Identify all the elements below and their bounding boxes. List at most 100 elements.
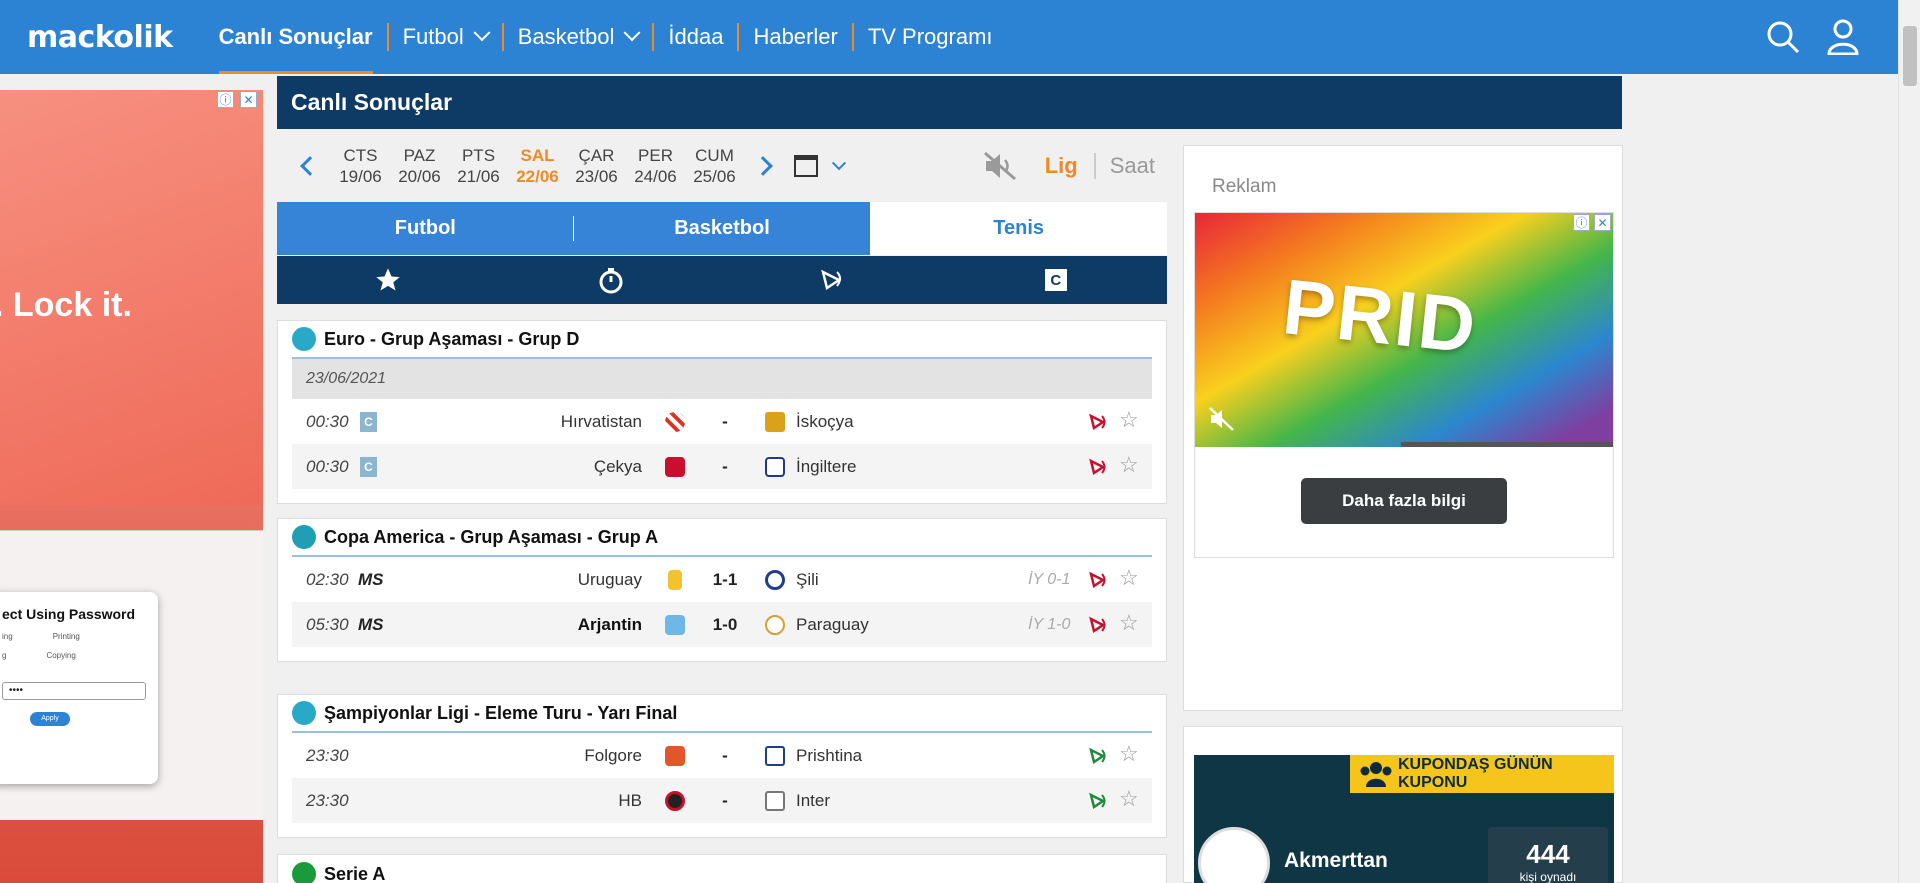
match-time: 00:30 <box>306 411 349 431</box>
tv-broadcast-icon[interactable] <box>1088 747 1110 765</box>
match-score[interactable]: 1-1 <box>700 570 750 590</box>
tv-broadcast-icon[interactable] <box>1088 571 1110 589</box>
calendar-icon[interactable] <box>794 155 818 177</box>
tv-broadcast-icon[interactable] <box>1088 413 1110 431</box>
sport-tabs: Futbol Basketbol Tenis <box>277 202 1168 255</box>
match-row[interactable]: 00:30 C Hırvatistan - İskoçya ☆ <box>292 399 1152 444</box>
date-day[interactable]: ÇAR 23/06 <box>567 145 626 187</box>
match-row[interactable]: 00:30 C Çekya - İngiltere ☆ <box>292 444 1152 489</box>
user-icon[interactable] <box>1826 19 1860 55</box>
group-users-icon <box>1360 762 1392 787</box>
sort-by-league[interactable]: Lig <box>1045 153 1096 179</box>
tv-broadcast-icon[interactable] <box>1088 792 1110 810</box>
mackolik-logo[interactable]: mackolik <box>27 20 173 55</box>
home-team[interactable]: Arjantin <box>578 615 642 635</box>
league-header[interactable]: Copa America - Grup Aşaması - Grup A <box>292 519 1152 557</box>
favorite-star-icon[interactable]: ☆ <box>1119 452 1139 478</box>
home-team[interactable]: Çekya <box>594 457 642 477</box>
half-time-score: İY 0-1 <box>1028 570 1071 588</box>
date-day-selected[interactable]: SAL 22/06 <box>508 145 567 187</box>
favorite-star-icon[interactable]: ☆ <box>1119 741 1139 767</box>
search-icon[interactable] <box>1766 20 1800 54</box>
away-team[interactable]: İngiltere <box>796 457 856 477</box>
league-card: Euro - Grup Aşaması - Grup D 23/06/2021 … <box>277 320 1167 504</box>
nav-tv-programi[interactable]: TV Programı <box>854 0 1007 74</box>
away-team[interactable]: İskoçya <box>796 412 854 432</box>
home-team[interactable]: Uruguay <box>578 570 642 590</box>
tab-futbol[interactable]: Futbol <box>277 202 574 255</box>
coupon-of-day-widget[interactable]: KUPONDAŞ GÜNÜN KUPONU Akmerttan 444 kişi… <box>1194 755 1614 883</box>
away-team[interactable]: Şili <box>796 570 819 590</box>
date-day[interactable]: PER 24/06 <box>626 145 685 187</box>
match-score[interactable]: 1-0 <box>700 615 750 635</box>
match-score[interactable]: - <box>700 746 750 766</box>
home-team[interactable]: Hırvatistan <box>561 412 642 432</box>
tv-broadcast-icon[interactable] <box>1088 458 1110 476</box>
date-day[interactable]: PTS 21/06 <box>449 145 508 187</box>
match-date-row: 23/06/2021 <box>292 359 1152 399</box>
ad-progress-bar <box>1401 442 1613 447</box>
ad-headline: . Lock it. <box>0 286 132 324</box>
favorite-star-icon[interactable]: ☆ <box>1119 407 1139 433</box>
match-row[interactable]: 05:30 MS Arjantin 1-0 Paraguay İY 1-0 ☆ <box>292 602 1152 647</box>
top-navigation: mackolik Canlı Sonuçlar Futbol Basketbol… <box>0 0 1920 74</box>
more-info-button[interactable]: Daha fazla bilgi <box>1301 478 1507 524</box>
ad-dialog-option-row: ing Printing <box>2 632 80 641</box>
ad-close-icon[interactable]: ✕ <box>240 91 257 108</box>
pride-advertisement[interactable]: PRID ⓘ ✕ Daha fazla bilgi <box>1194 212 1614 558</box>
home-team[interactable]: HB <box>618 791 642 811</box>
ad-password-dialog: ect Using Password ing Printing g Copying … <box>0 592 158 784</box>
hb-crest-icon <box>665 790 685 811</box>
next-date-icon[interactable] <box>753 156 773 176</box>
home-team[interactable]: Folgore <box>584 746 642 766</box>
match-score[interactable]: - <box>700 412 750 432</box>
sound-off-icon[interactable] <box>983 151 1017 181</box>
page-scrollbar[interactable] <box>1898 0 1920 883</box>
filter-live[interactable] <box>500 256 723 304</box>
league-header[interactable]: Serie A <box>292 855 1152 883</box>
chevron-down-icon[interactable] <box>831 156 847 171</box>
league-header[interactable]: Euro - Grup Aşaması - Grup D <box>292 321 1152 359</box>
favorite-star-icon[interactable]: ☆ <box>1119 610 1139 636</box>
match-score[interactable]: - <box>700 457 750 477</box>
nav-haberler[interactable]: Haberler <box>739 0 851 74</box>
scotland-crest-icon <box>765 411 785 432</box>
date-day[interactable]: PAZ 20/06 <box>390 145 449 187</box>
match-row[interactable]: 23:30 Folgore - Prishtina ☆ <box>292 733 1152 778</box>
tab-basketbol[interactable]: Basketbol <box>573 202 871 255</box>
chevron-down-icon <box>473 24 491 42</box>
date-day[interactable]: CTS 19/06 <box>331 145 390 187</box>
league-header[interactable]: Şampiyonlar Ligi - Eleme Turu - Yarı Fin… <box>292 695 1152 733</box>
ad-info-icon[interactable]: ⓘ <box>1573 214 1590 231</box>
favorite-star-icon[interactable]: ☆ <box>1119 565 1139 591</box>
nav-basketbol[interactable]: Basketbol <box>504 0 653 74</box>
ad-info-icon[interactable]: ⓘ <box>217 91 234 108</box>
ad-apply-button: Apply <box>30 712 70 726</box>
sort-by-time[interactable]: Saat <box>1110 153 1155 179</box>
prev-date-icon[interactable] <box>300 156 320 176</box>
date-day[interactable]: CUM 25/06 <box>685 145 744 187</box>
filter-tv[interactable] <box>722 256 945 304</box>
away-team[interactable]: Paraguay <box>796 615 869 635</box>
left-advertisement[interactable]: . Lock it. ) ect Using Password ingPrint… <box>0 90 263 883</box>
stopwatch-icon <box>599 268 623 294</box>
away-team[interactable]: Prishtina <box>796 746 862 766</box>
c-badge-icon: C <box>360 456 377 477</box>
tv-broadcast-icon[interactable] <box>1088 616 1110 634</box>
scrollbar-thumb[interactable] <box>1903 26 1917 86</box>
match-score[interactable]: - <box>700 791 750 811</box>
nav-iddaa[interactable]: İddaa <box>654 0 737 74</box>
nav-canli-sonuclar[interactable]: Canlı Sonuçlar <box>205 0 387 74</box>
inter-crest-icon <box>765 790 785 811</box>
filter-c[interactable]: C <box>945 256 1168 304</box>
filter-favorites[interactable] <box>277 256 500 304</box>
favorite-star-icon[interactable]: ☆ <box>1119 786 1139 812</box>
coupon-user-name[interactable]: Akmerttan <box>1284 849 1388 873</box>
match-row[interactable]: 02:30 MS Uruguay 1-1 Şili İY 0-1 ☆ <box>292 557 1152 602</box>
ad-close-icon[interactable]: ✕ <box>1594 214 1611 231</box>
tab-tenis[interactable]: Tenis <box>870 202 1168 255</box>
mute-icon[interactable] <box>1209 407 1235 431</box>
away-team[interactable]: Inter <box>796 791 830 811</box>
nav-futbol[interactable]: Futbol <box>389 0 502 74</box>
match-row[interactable]: 23:30 HB - Inter ☆ <box>292 778 1152 823</box>
